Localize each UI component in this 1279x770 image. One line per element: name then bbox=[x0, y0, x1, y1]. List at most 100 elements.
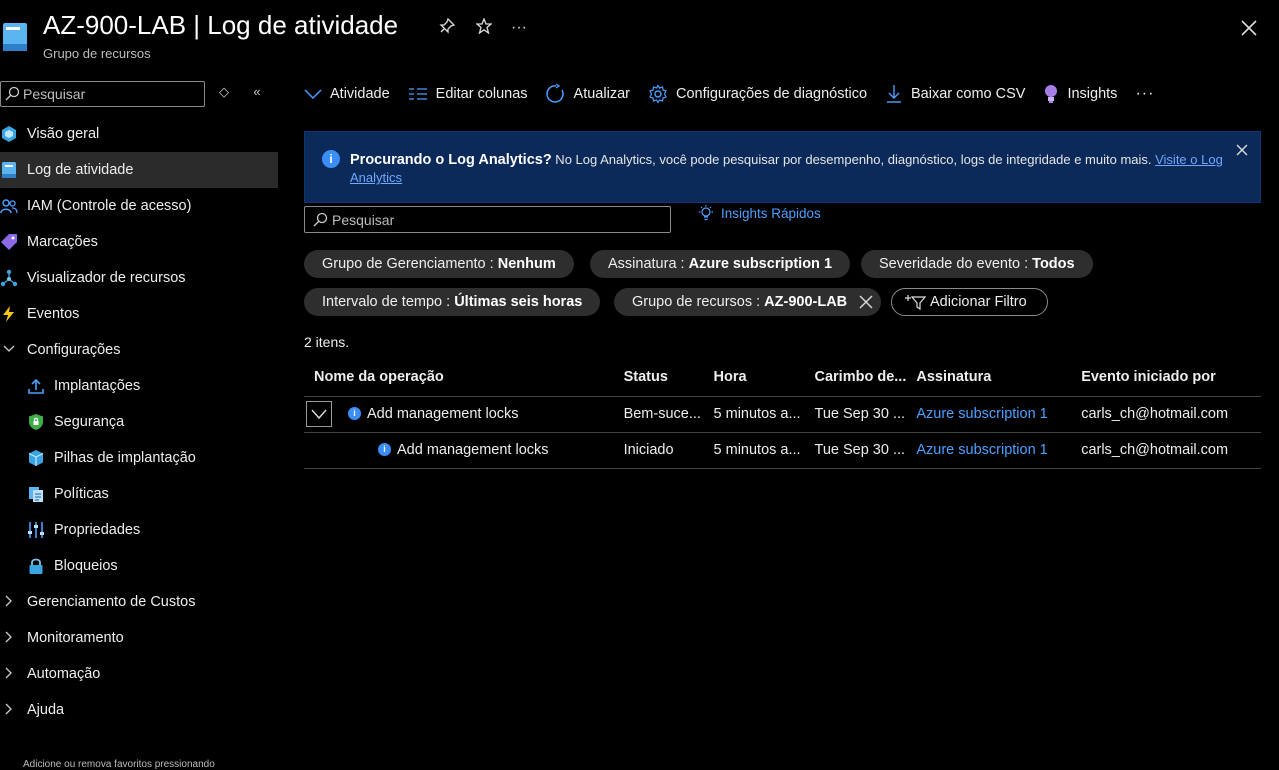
more-commands-button[interactable]: ··· bbox=[1135, 85, 1154, 103]
table-row[interactable]: i Add management locks Iniciado 5 minutos… bbox=[304, 432, 1261, 469]
sidebar-item-tags[interactable]: Marcações bbox=[0, 224, 278, 260]
sidebar-item-policies[interactable]: Políticas bbox=[0, 476, 278, 512]
sidebar-item-security[interactable]: Segurança bbox=[0, 404, 278, 440]
quick-insights-link[interactable]: Insights Rápidos bbox=[696, 204, 821, 222]
lightbulb-outline-icon bbox=[699, 205, 713, 221]
subscription-link[interactable]: Azure subscription 1 bbox=[916, 442, 1047, 458]
activity-search-box[interactable] bbox=[304, 206, 671, 233]
lightning-icon bbox=[3, 306, 14, 322]
sort-icon[interactable]: ◇ bbox=[216, 84, 232, 100]
sidebar-group-configuracoes[interactable]: Configurações bbox=[0, 332, 278, 368]
menu-nav: Visão geral Log de atividade IAM (Contro… bbox=[0, 116, 278, 728]
activity-button[interactable]: Atividade bbox=[304, 86, 390, 102]
info-icon: i bbox=[348, 406, 361, 420]
people-icon bbox=[0, 199, 18, 214]
chevron-down-icon bbox=[311, 409, 327, 420]
more-icon: ··· bbox=[1135, 85, 1155, 102]
filter-value: Azure subscription 1 bbox=[688, 256, 833, 272]
tag-icon bbox=[1, 234, 17, 250]
expand-row-button[interactable] bbox=[306, 401, 332, 427]
menu-search-input[interactable] bbox=[23, 84, 198, 104]
cell-time: 5 minutos a... bbox=[703, 432, 805, 469]
refresh-button[interactable]: Atualizar bbox=[545, 84, 630, 104]
sidebar-item-resource-visualizer[interactable]: Visualizador de recursos bbox=[0, 260, 278, 296]
banner-body: No Log Analytics, você pode pesquisar po… bbox=[551, 152, 1156, 167]
sidebar-group-cost-management[interactable]: Gerenciamento de Custos bbox=[0, 584, 278, 620]
column-header-status[interactable]: Status bbox=[613, 359, 704, 397]
deployment-stack-icon bbox=[28, 450, 44, 466]
chevron-down-icon bbox=[0, 343, 18, 358]
add-filter-button[interactable]: Adicionar Filtro bbox=[891, 288, 1048, 316]
sidebar-item-overview[interactable]: Visão geral bbox=[0, 116, 278, 152]
subscription-link[interactable]: Azure subscription 1 bbox=[916, 406, 1047, 422]
chevron-right-icon bbox=[0, 667, 18, 682]
sidebar-item-deployments[interactable]: Implantações bbox=[0, 368, 278, 404]
sidebar-group-help[interactable]: Ajuda bbox=[0, 692, 278, 728]
refresh-icon bbox=[545, 84, 564, 103]
item-count: 2 itens. bbox=[304, 334, 350, 350]
close-banner-icon[interactable] bbox=[1236, 144, 1248, 156]
filter-key: Assinatura : bbox=[608, 256, 689, 272]
sidebar-item-activity-log[interactable]: Log de atividade bbox=[0, 152, 278, 188]
filter-management-group[interactable]: Grupo de Gerenciamento : Nenhum bbox=[304, 250, 574, 278]
sidebar-item-label: Marcações bbox=[27, 234, 98, 250]
log-analytics-banner: i Procurando o Log Analytics? No Log Ana… bbox=[304, 131, 1261, 203]
close-icon[interactable] bbox=[1239, 18, 1259, 38]
insights-button[interactable]: Insights bbox=[1043, 84, 1117, 104]
sidebar-item-label: Implantações bbox=[54, 378, 141, 394]
gear-icon bbox=[649, 84, 667, 104]
remove-filter-icon[interactable] bbox=[859, 295, 873, 309]
sidebar-group-automation[interactable]: Automação bbox=[0, 656, 278, 692]
star-icon[interactable] bbox=[474, 17, 494, 38]
filter-resource-group[interactable]: Grupo de recursos : AZ-900-LAB bbox=[614, 288, 882, 316]
filter-key: Intervalo de tempo : bbox=[322, 294, 455, 310]
sidebar-item-label: Visão geral bbox=[27, 126, 100, 142]
chevron-right-icon bbox=[0, 631, 18, 646]
pin-icon[interactable] bbox=[437, 17, 457, 38]
table-header-row: Nome da operação Status Hora Carimbo de.… bbox=[304, 359, 1261, 397]
sidebar-item-deployment-stacks[interactable]: Pilhas de implantação bbox=[0, 440, 278, 476]
filter-value: AZ-900-LAB bbox=[764, 294, 848, 310]
add-filter-icon bbox=[905, 295, 927, 311]
column-header-operation[interactable]: Nome da operação bbox=[304, 359, 614, 397]
column-header-time[interactable]: Hora bbox=[703, 359, 805, 397]
column-header-caller[interactable]: Evento iniciado por bbox=[1071, 359, 1261, 397]
diagnostic-settings-button[interactable]: Configurações de diagnóstico bbox=[648, 84, 867, 104]
operation-name[interactable]: Add management locks bbox=[397, 442, 549, 458]
edit-columns-button[interactable]: Editar colunas bbox=[408, 86, 528, 102]
search-icon bbox=[313, 212, 328, 227]
lightbulb-icon bbox=[1045, 85, 1058, 103]
download-csv-button[interactable]: Baixar como CSV bbox=[885, 84, 1025, 104]
column-header-timestamp[interactable]: Carimbo de... bbox=[804, 359, 907, 397]
download-csv-label: Baixar como CSV bbox=[911, 86, 1026, 102]
sidebar-item-label: Log de atividade bbox=[27, 162, 134, 178]
sidebar-item-label: Bloqueios bbox=[54, 558, 118, 574]
activity-search-input[interactable] bbox=[332, 210, 662, 230]
filter-timespan[interactable]: Intervalo de tempo : Últimas seis horas bbox=[304, 288, 601, 316]
shield-icon bbox=[29, 414, 43, 430]
table-row[interactable]: i Add management locks Bem-suce... 5 minu… bbox=[304, 396, 1261, 433]
filter-subscription[interactable]: Assinatura : Azure subscription 1 bbox=[590, 250, 851, 278]
cell-operation: i Add management locks bbox=[304, 396, 614, 433]
page-subtitle: Grupo de recursos bbox=[43, 46, 151, 61]
filter-severity[interactable]: Severidade do evento : Todos bbox=[861, 250, 1093, 278]
policy-document-icon bbox=[29, 487, 43, 502]
sidebar-group-monitoring[interactable]: Monitoramento bbox=[0, 620, 278, 656]
filter-key: Grupo de Gerenciamento : bbox=[322, 256, 498, 272]
insights-label: Insights bbox=[1067, 86, 1118, 102]
more-options-icon[interactable]: ··· bbox=[509, 18, 529, 38]
command-bar: Atividade Editar colunas Atualizar Confi… bbox=[304, 80, 1172, 108]
sidebar-item-iam[interactable]: IAM (Controle de acesso) bbox=[0, 188, 278, 224]
sidebar-item-label: Eventos bbox=[27, 306, 80, 322]
sidebar-item-properties[interactable]: Propriedades bbox=[0, 512, 278, 548]
edit-columns-label: Editar colunas bbox=[435, 86, 528, 102]
upload-icon bbox=[28, 378, 44, 394]
sidebar-item-events[interactable]: Eventos bbox=[0, 296, 278, 332]
activity-log-table: Nome da operação Status Hora Carimbo de.… bbox=[304, 359, 1261, 469]
operation-name[interactable]: Add management locks bbox=[367, 406, 519, 422]
filter-key: Severidade do evento : bbox=[879, 256, 1033, 272]
collapse-menu-icon[interactable]: « bbox=[249, 84, 265, 100]
sidebar-item-locks[interactable]: Bloqueios bbox=[0, 548, 278, 584]
menu-search-box[interactable] bbox=[0, 81, 205, 107]
column-header-subscription[interactable]: Assinatura bbox=[906, 359, 1072, 397]
